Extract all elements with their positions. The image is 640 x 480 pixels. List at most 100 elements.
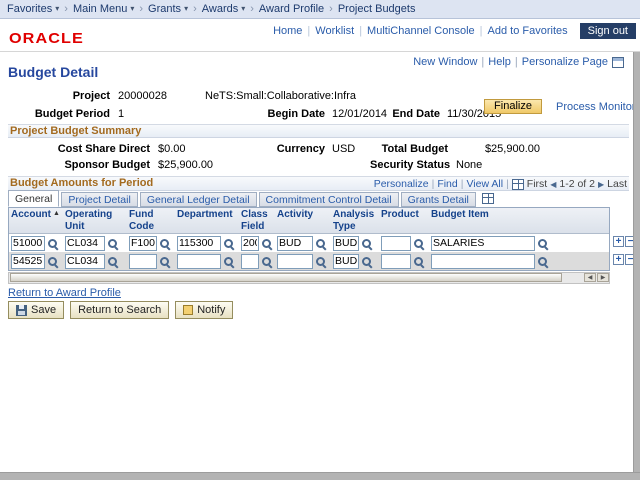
breadcrumb-label: Main Menu: [72, 3, 128, 15]
lookup-icon[interactable]: [412, 237, 425, 250]
return-to-award-profile-link[interactable]: Return to Award Profile: [8, 287, 121, 299]
nav-worklist-link[interactable]: Worklist: [315, 25, 354, 37]
fund-code-input[interactable]: [129, 253, 157, 269]
notify-icon: [183, 305, 194, 315]
vertical-scrollbar-track[interactable]: [633, 52, 640, 472]
lookup-icon[interactable]: [158, 255, 171, 268]
lookup-icon[interactable]: [260, 255, 273, 268]
breadcrumb-project-budgets[interactable]: Project Budgets: [338, 3, 416, 15]
breadcrumb-separator: ›: [139, 3, 144, 15]
total-budget-value: $25,900.00: [484, 143, 540, 155]
department-input[interactable]: [177, 235, 221, 251]
column-header-label[interactable]: Operating Unit: [65, 209, 125, 232]
add-row-button[interactable]: +: [613, 236, 624, 247]
save-button[interactable]: Save: [8, 301, 65, 319]
breadcrumb-label: Favorites: [7, 3, 53, 15]
class-field-input[interactable]: [241, 253, 259, 269]
nav-home-link[interactable]: Home: [273, 25, 302, 37]
sort-ascending-icon: ▲: [53, 210, 60, 217]
lookup-icon[interactable]: [314, 237, 327, 250]
lookup-icon[interactable]: [360, 237, 373, 250]
sponsor-budget-value: $25,900.00: [158, 159, 214, 171]
previous-rows-icon[interactable]: ◀: [550, 178, 556, 191]
help-link[interactable]: Help: [488, 56, 511, 68]
breadcrumb-main-menu[interactable]: Main Menu ▾: [73, 3, 134, 15]
pager-first[interactable]: First: [527, 178, 547, 191]
breadcrumb-award-profile[interactable]: Award Profile: [259, 3, 324, 15]
lookup-icon[interactable]: [536, 237, 549, 250]
process-monitor-link[interactable]: Process Monitor: [556, 101, 635, 113]
analysis-type-input[interactable]: [333, 235, 359, 251]
lookup-icon[interactable]: [106, 237, 119, 250]
lookup-icon[interactable]: [314, 255, 327, 268]
column-header-label[interactable]: Department: [177, 209, 233, 221]
column-header-label[interactable]: Fund Code: [129, 209, 173, 232]
column-header-label[interactable]: Product: [381, 209, 419, 221]
nav-multichannel-console-link[interactable]: MultiChannel Console: [367, 25, 475, 37]
analysis-type-input[interactable]: [333, 253, 359, 269]
notify-label: Notify: [197, 304, 226, 316]
add-row-button[interactable]: +: [613, 254, 624, 265]
product-input[interactable]: [381, 253, 411, 269]
column-header-label[interactable]: Class Field: [241, 209, 273, 232]
scroll-left-icon[interactable]: ◀: [584, 273, 596, 282]
fund-code-input[interactable]: [129, 235, 157, 251]
tab-commitment-control-detail[interactable]: Commitment Control Detail: [258, 192, 399, 207]
tab-general-ledger-detail[interactable]: General Ledger Detail: [139, 192, 257, 207]
new-window-link[interactable]: New Window: [413, 56, 477, 68]
lookup-icon[interactable]: [360, 255, 373, 268]
lookup-icon[interactable]: [222, 237, 235, 250]
column-header-label[interactable]: Account: [11, 209, 51, 221]
finalize-button[interactable]: Finalize: [484, 99, 542, 114]
show-all-columns-icon[interactable]: [481, 193, 494, 204]
column-header-label[interactable]: Activity: [277, 209, 313, 221]
copy-url-icon[interactable]: [612, 56, 624, 68]
lookup-icon[interactable]: [260, 237, 273, 250]
lookup-icon[interactable]: [222, 255, 235, 268]
activity-input[interactable]: [277, 253, 313, 269]
tab-grants-detail[interactable]: Grants Detail: [400, 192, 476, 207]
breadcrumb-favorites[interactable]: Favorites ▾: [7, 3, 59, 15]
lookup-icon[interactable]: [106, 255, 119, 268]
lookup-icon[interactable]: [536, 255, 549, 268]
bottom-scrollbar-track[interactable]: [0, 472, 640, 480]
lookup-icon[interactable]: [412, 255, 425, 268]
product-input[interactable]: [381, 235, 411, 251]
scrollbar-thumb[interactable]: [10, 273, 562, 282]
grid-title: Budget Amounts for Period: [10, 177, 154, 189]
operating-unit-input[interactable]: [65, 253, 105, 269]
department-input[interactable]: [177, 253, 221, 269]
return-to-search-button[interactable]: Return to Search: [70, 301, 170, 319]
account-input[interactable]: [11, 253, 45, 269]
breadcrumb-awards[interactable]: Awards ▾: [202, 3, 246, 15]
nav-add-to-favorites-link[interactable]: Add to Favorites: [488, 25, 568, 37]
personalize-page-link[interactable]: Personalize Page: [522, 56, 608, 68]
budget-item-input[interactable]: [431, 253, 535, 269]
grid-header-row: Account ▲ Operating Unit Fund Code Depar…: [9, 208, 609, 234]
lookup-icon[interactable]: [46, 237, 59, 250]
tab-general[interactable]: General: [8, 190, 60, 207]
column-header-analysis-type: Analysis Type: [331, 208, 379, 233]
notify-button[interactable]: Notify: [175, 301, 234, 319]
class-field-input[interactable]: [241, 235, 259, 251]
scroll-right-icon[interactable]: ▶: [597, 273, 609, 282]
pager-last[interactable]: Last: [607, 178, 627, 191]
cost-share-label: Cost Share Direct: [57, 143, 150, 155]
download-grid-icon[interactable]: [511, 179, 524, 190]
operating-unit-input[interactable]: [65, 235, 105, 251]
account-input[interactable]: [11, 235, 45, 251]
budget-item-input[interactable]: [431, 235, 535, 251]
activity-input[interactable]: [277, 235, 313, 251]
column-header-label[interactable]: Analysis Type: [333, 209, 377, 232]
begin-date-label: Begin Date: [267, 108, 325, 120]
lookup-icon[interactable]: [158, 237, 171, 250]
next-rows-icon[interactable]: ▶: [598, 178, 604, 191]
lookup-icon[interactable]: [46, 255, 59, 268]
tab-project-detail[interactable]: Project Detail: [61, 192, 138, 207]
column-header-label[interactable]: Budget Item: [431, 209, 489, 221]
sign-out-button[interactable]: Sign out: [579, 23, 636, 39]
breadcrumb-grants[interactable]: Grants ▾: [148, 3, 188, 15]
horizontal-scrollbar[interactable]: ◀ ▶: [8, 272, 610, 284]
save-icon: [16, 304, 27, 316]
separator: |: [506, 178, 509, 190]
